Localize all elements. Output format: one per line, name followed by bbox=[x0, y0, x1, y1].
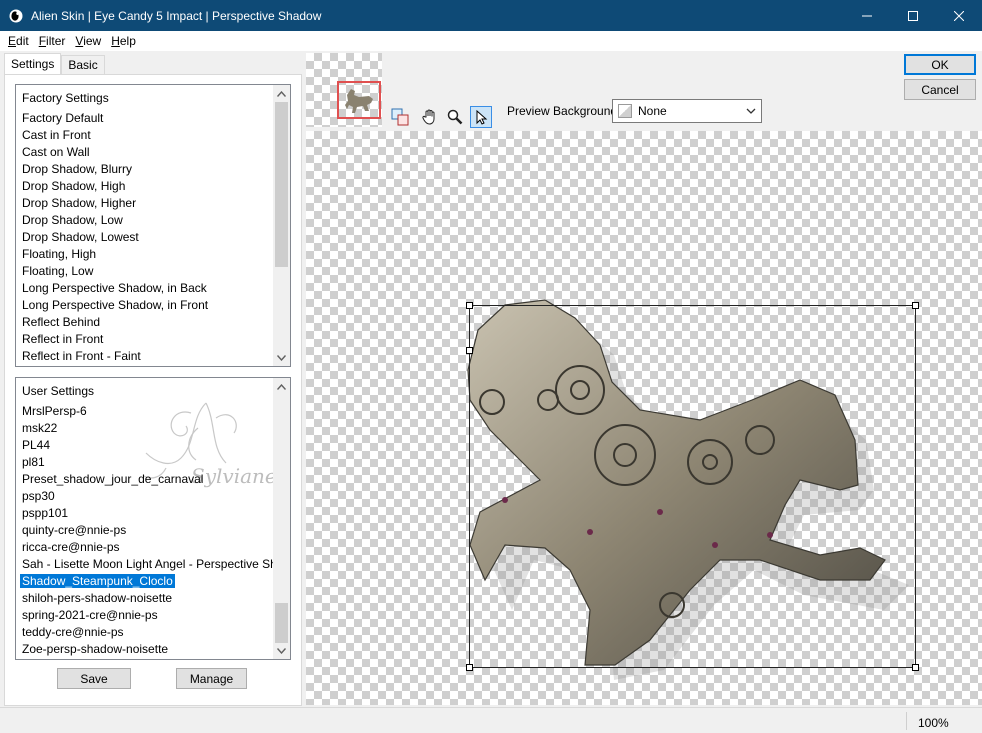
list-item[interactable]: Long Perspective Shadow, in Front bbox=[22, 298, 208, 312]
scroll-up-button[interactable] bbox=[273, 85, 290, 102]
user-settings-list[interactable]: User Settings Sylviane MrslPersp-6 msk22 P… bbox=[15, 377, 291, 660]
preview-background-label: Preview Background: bbox=[507, 104, 621, 118]
list-item[interactable]: Zoe-persp-shadow-noisette bbox=[22, 642, 168, 656]
hand-icon bbox=[422, 109, 435, 125]
list-item[interactable]: Shadow_Steampunk_Cloclo bbox=[20, 574, 175, 588]
list-item[interactable]: Drop Shadow, High bbox=[22, 179, 125, 193]
list-item[interactable]: Cast in Front bbox=[22, 128, 91, 142]
maximize-button[interactable] bbox=[890, 0, 936, 31]
navigator-viewport-frame[interactable] bbox=[337, 81, 381, 119]
resize-handle-bottom-left[interactable] bbox=[466, 664, 473, 671]
menu-bar: Edit Filter View Help bbox=[0, 31, 982, 51]
zoom-tool-button[interactable] bbox=[444, 106, 466, 128]
svg-text:Sylviane: Sylviane bbox=[191, 464, 277, 488]
tab-settings[interactable]: Settings bbox=[4, 53, 62, 75]
manage-button[interactable]: Manage bbox=[176, 668, 247, 689]
list-item[interactable]: teddy-cre@nnie-ps bbox=[22, 625, 124, 639]
menu-help[interactable]: Help bbox=[106, 34, 141, 48]
list-item[interactable]: Drop Shadow, Low bbox=[22, 213, 123, 227]
select-tool-button[interactable] bbox=[470, 106, 492, 128]
list-item[interactable]: Floating, Low bbox=[22, 264, 93, 278]
maximize-icon bbox=[908, 10, 918, 21]
scroll-thumb[interactable] bbox=[275, 603, 288, 643]
user-list-scrollbar[interactable] bbox=[273, 378, 290, 659]
menu-view[interactable]: View bbox=[70, 34, 106, 48]
scroll-down-button[interactable] bbox=[273, 642, 290, 659]
list-item[interactable]: quinty-cre@nnie-ps bbox=[22, 523, 126, 537]
user-settings-heading: User Settings bbox=[22, 384, 95, 398]
list-item[interactable]: Floating, High bbox=[22, 247, 96, 261]
preview-selection-rectangle[interactable] bbox=[469, 305, 916, 668]
preview-background-value: None bbox=[638, 104, 667, 118]
ok-button[interactable]: OK bbox=[904, 54, 976, 75]
list-item[interactable]: Reflect in Front bbox=[22, 332, 103, 346]
menu-filter[interactable]: Filter bbox=[34, 34, 71, 48]
background-swatch-icon bbox=[618, 104, 632, 118]
navigator-thumbnail[interactable] bbox=[306, 53, 382, 127]
settings-tabs: Settings Basic bbox=[4, 53, 105, 75]
factory-settings-heading: Factory Settings bbox=[22, 91, 109, 105]
resize-handle-top-right[interactable] bbox=[912, 302, 919, 309]
window-title: Alien Skin | Eye Candy 5 Impact | Perspe… bbox=[31, 8, 322, 23]
list-item[interactable]: PL44 bbox=[22, 438, 50, 452]
list-item[interactable]: Sah - Lisette Moon Light Angel - Perspec… bbox=[22, 557, 290, 571]
resize-handle-top-left[interactable] bbox=[466, 302, 473, 309]
status-bar: 100% bbox=[0, 707, 982, 733]
preview-background-select[interactable]: None bbox=[612, 99, 762, 123]
list-item[interactable]: Drop Shadow, Lowest bbox=[22, 230, 139, 244]
list-item[interactable]: Preset_shadow_jour_de_carnaval bbox=[22, 472, 203, 486]
zoom-level: 100% bbox=[918, 716, 949, 730]
chevron-up-icon bbox=[277, 383, 286, 390]
save-button[interactable]: Save bbox=[57, 668, 131, 689]
list-item[interactable]: Cast on Wall bbox=[22, 145, 90, 159]
minimize-button[interactable] bbox=[844, 0, 890, 31]
list-item[interactable]: Factory Default bbox=[22, 111, 103, 125]
list-item[interactable]: pl81 bbox=[22, 455, 45, 469]
hand-tool-button[interactable] bbox=[419, 106, 441, 128]
tab-basic[interactable]: Basic bbox=[61, 55, 105, 74]
menu-edit[interactable]: Edit bbox=[3, 34, 34, 48]
resize-handle-left[interactable] bbox=[466, 347, 473, 354]
list-item[interactable]: shiloh-pers-shadow-noisette bbox=[22, 591, 172, 605]
close-button[interactable] bbox=[936, 0, 982, 31]
chevron-up-icon bbox=[277, 90, 286, 97]
chevron-down-icon bbox=[277, 354, 286, 361]
alien-skin-app-icon bbox=[9, 9, 23, 22]
preview-toggle-icon bbox=[391, 108, 409, 126]
close-icon bbox=[954, 10, 964, 21]
chevron-down-icon bbox=[746, 108, 756, 114]
scroll-up-button[interactable] bbox=[273, 378, 290, 395]
scroll-down-button[interactable] bbox=[273, 349, 290, 366]
scroll-thumb[interactable] bbox=[275, 102, 288, 267]
cancel-button[interactable]: Cancel bbox=[904, 79, 976, 100]
list-item[interactable]: msk22 bbox=[22, 421, 57, 435]
list-item[interactable]: psp30 bbox=[22, 489, 55, 503]
list-item[interactable]: spring-2021-cre@nnie-ps bbox=[22, 608, 158, 622]
list-item[interactable]: Long Perspective Shadow, in Back bbox=[22, 281, 207, 295]
list-item[interactable]: Reflect in Front - Faint bbox=[22, 349, 141, 363]
arrow-cursor-icon bbox=[476, 109, 488, 125]
magnifier-icon bbox=[447, 109, 463, 125]
list-item[interactable]: Reflect Behind bbox=[22, 315, 100, 329]
list-item[interactable]: MrslPersp-6 bbox=[22, 404, 87, 418]
resize-handle-bottom-right[interactable] bbox=[912, 664, 919, 671]
chevron-down-icon bbox=[277, 647, 286, 654]
list-item[interactable]: pspp101 bbox=[22, 506, 68, 520]
list-item[interactable]: ricca-cre@nnie-ps bbox=[22, 540, 120, 554]
factory-list-scrollbar[interactable] bbox=[273, 85, 290, 366]
toggle-preview-button[interactable] bbox=[389, 106, 411, 128]
factory-settings-list[interactable]: Factory Settings Factory Default Cast in … bbox=[15, 84, 291, 367]
list-item[interactable]: Drop Shadow, Blurry bbox=[22, 162, 132, 176]
list-item[interactable]: Drop Shadow, Higher bbox=[22, 196, 136, 210]
status-separator bbox=[906, 712, 907, 730]
title-bar: Alien Skin | Eye Candy 5 Impact | Perspe… bbox=[0, 0, 982, 31]
minimize-icon bbox=[862, 15, 872, 16]
